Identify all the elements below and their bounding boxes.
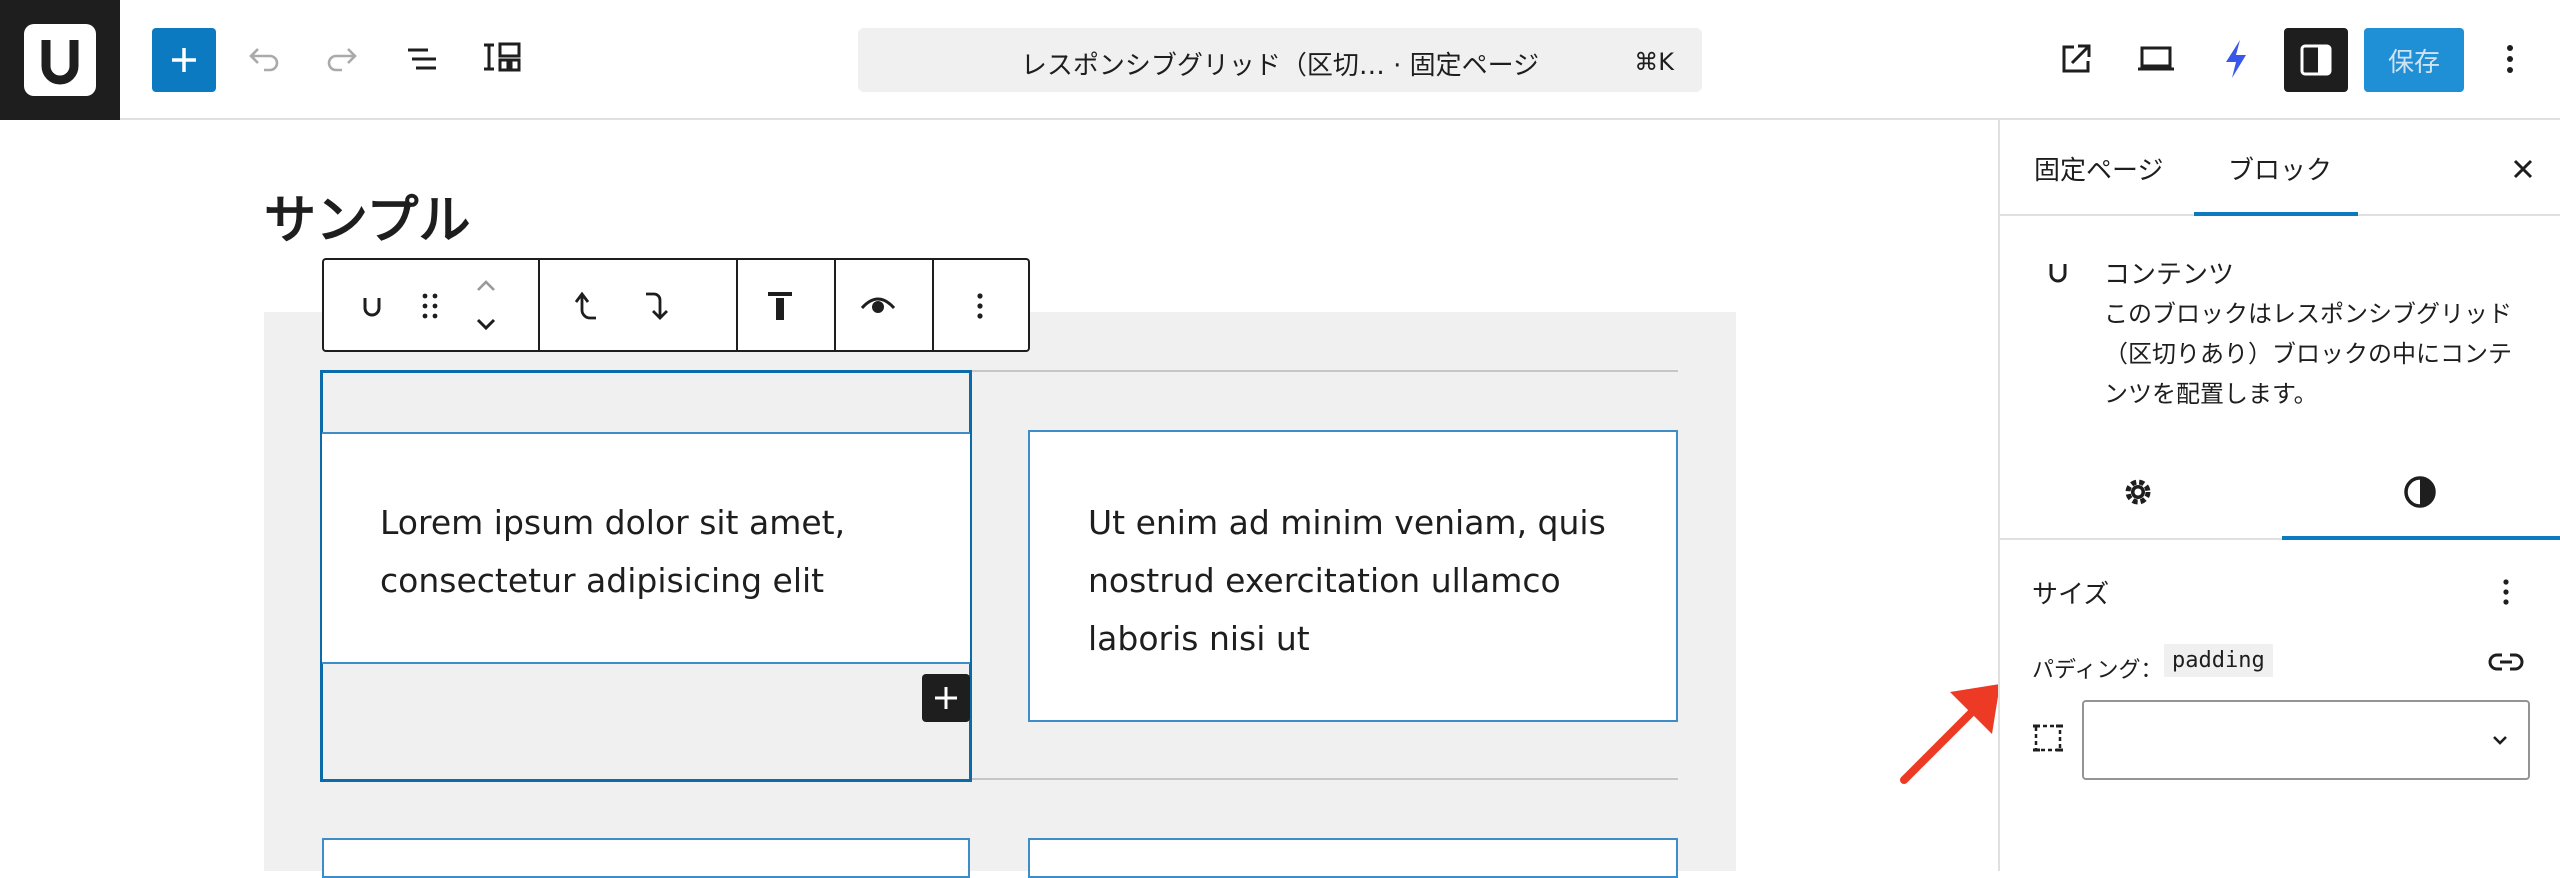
document-title: レスポンシブグリッド（区切… · 固定ページ xyxy=(1020,51,1540,81)
content-card[interactable] xyxy=(1028,838,1678,878)
more-vertical-icon xyxy=(974,288,986,324)
settings-sidebar: 固定ページ ブロック コンテンツ このブロックはレスポンシブグリッド（区切りあり… xyxy=(1998,120,2560,871)
vertical-align-button[interactable] xyxy=(756,282,804,330)
block-card-title: コンテンツ xyxy=(2104,260,2235,290)
arrow-up-icon xyxy=(566,286,602,326)
padding-select[interactable] xyxy=(2082,700,2530,780)
annotation-arrow-icon xyxy=(1896,676,2006,786)
block-toolbar xyxy=(322,258,1030,352)
preview-button[interactable] xyxy=(2124,26,2188,92)
block-appender-button[interactable] xyxy=(922,674,970,722)
redo-button[interactable] xyxy=(310,26,374,92)
visibility-button[interactable] xyxy=(854,282,902,330)
plus-icon xyxy=(168,44,200,76)
move-up-icon xyxy=(472,275,500,295)
block-icon xyxy=(2044,256,2072,288)
options-button[interactable] xyxy=(2478,26,2542,92)
grid-divider xyxy=(972,778,1678,780)
site-logo[interactable] xyxy=(0,0,120,120)
card-text-line[interactable]: Ut enim ad minim veniam, quis xyxy=(1088,494,1606,552)
sidebar-icon xyxy=(2296,40,2336,80)
card-text-line[interactable]: laboris nisi ut xyxy=(1088,610,1310,668)
list-view-button[interactable] xyxy=(390,26,454,92)
add-block-button[interactable] xyxy=(152,28,216,92)
drag-handle-icon xyxy=(418,288,442,324)
active-tab-indicator xyxy=(2194,212,2358,216)
more-vertical-icon xyxy=(2500,574,2512,610)
padding-code: padding xyxy=(2164,644,2273,677)
block-options-button[interactable] xyxy=(956,282,1004,330)
more-vertical-icon xyxy=(2500,39,2520,79)
lightning-icon xyxy=(2218,37,2254,81)
undo-button[interactable] xyxy=(232,26,296,92)
redo-icon xyxy=(322,39,362,79)
card-text-line[interactable]: Lorem ipsum dolor sit amet, xyxy=(380,494,845,552)
settings-icon xyxy=(2118,472,2158,512)
panel-title: サイズ xyxy=(2032,580,2110,610)
performance-button[interactable] xyxy=(2204,26,2268,92)
grid-divider xyxy=(972,370,1678,372)
select-child-button[interactable] xyxy=(634,282,682,330)
block-inserter-icon xyxy=(480,37,524,81)
keyboard-shortcut: ⌘K xyxy=(1634,48,1674,76)
page-title[interactable]: サンプル xyxy=(264,178,470,253)
block-type-button[interactable] xyxy=(348,282,396,330)
close-sidebar-button[interactable] xyxy=(2508,154,2538,184)
settings-tab[interactable] xyxy=(2118,472,2158,512)
patterns-button[interactable] xyxy=(470,26,534,92)
command-palette-button[interactable]: レスポンシブグリッド（区切… · 固定ページ ⌘K xyxy=(858,28,1702,92)
padding-label: パディング： xyxy=(2032,658,2163,683)
undo-icon xyxy=(244,39,284,79)
logo-icon xyxy=(24,24,96,96)
close-icon xyxy=(2508,154,2538,184)
plus-icon xyxy=(932,684,960,712)
select-parent-button[interactable] xyxy=(560,282,608,330)
eye-icon xyxy=(858,292,898,320)
link-sides-button[interactable] xyxy=(2486,648,2526,676)
settings-sidebar-button[interactable] xyxy=(2284,28,2348,92)
align-top-icon xyxy=(764,286,796,326)
arrow-down-icon xyxy=(640,286,676,326)
tab-page[interactable]: 固定ページ xyxy=(2034,150,2163,187)
save-button[interactable]: 保存 xyxy=(2364,28,2464,92)
list-view-icon xyxy=(402,39,442,79)
content-card[interactable]: Lorem ipsum dolor sit amet, consectetur … xyxy=(322,432,970,664)
active-subtab-indicator xyxy=(2282,536,2560,540)
block-card-description: このブロックはレスポンシブグリッド（区切りあり）ブロックの中にコンテンツを配置し… xyxy=(2104,300,2512,408)
move-down-icon xyxy=(472,315,500,335)
move-up-button[interactable] xyxy=(462,270,510,300)
card-text-line[interactable]: nostrud exercitation ullamco xyxy=(1088,552,1561,610)
external-link-icon xyxy=(2056,39,2096,79)
drag-handle[interactable] xyxy=(406,282,454,330)
box-sides-icon xyxy=(2030,720,2066,756)
card-text-line[interactable]: consectetur adipisicing elit xyxy=(380,552,824,610)
block-icon xyxy=(358,292,386,320)
chevron-down-icon xyxy=(2490,730,2510,750)
view-page-button[interactable] xyxy=(2044,26,2108,92)
move-down-button[interactable] xyxy=(462,310,510,340)
device-preview-icon xyxy=(2134,39,2178,79)
styles-icon xyxy=(2400,472,2440,512)
content-card[interactable]: Ut enim ad minim veniam, quis nostrud ex… xyxy=(1028,430,1678,722)
editor-header: レスポンシブグリッド（区切… · 固定ページ ⌘K 保存 xyxy=(0,0,2560,120)
content-card[interactable] xyxy=(322,838,970,878)
panel-options-button[interactable] xyxy=(2500,574,2512,610)
link-icon xyxy=(2486,648,2526,676)
styles-tab[interactable] xyxy=(2400,472,2440,512)
tab-block[interactable]: ブロック xyxy=(2228,150,2332,187)
